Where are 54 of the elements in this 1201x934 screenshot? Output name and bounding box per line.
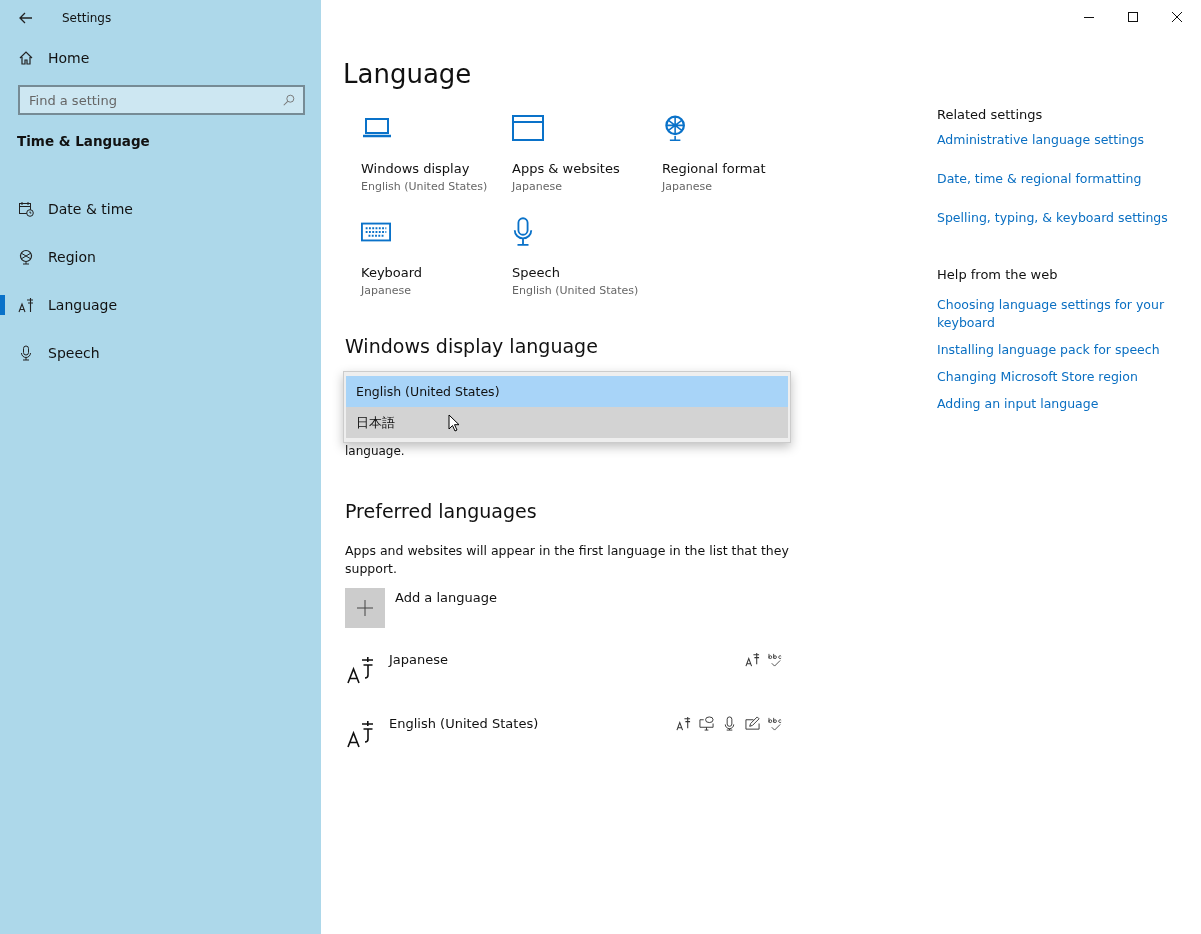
settings-tile[interactable]: Windows display English (United States) (361, 113, 512, 193)
section-heading: Preferred languages (345, 500, 538, 522)
sidebar-item[interactable]: Region (0, 233, 321, 281)
language-list-item[interactable]: English (United States) (347, 716, 783, 756)
related-link[interactable]: Spelling, typing, & keyboard settings (937, 209, 1199, 227)
settings-tile[interactable]: Apps & websites Japanese (512, 113, 662, 193)
microphone-icon (722, 716, 737, 731)
microphone-icon (18, 345, 34, 361)
mouse-cursor-icon (448, 414, 460, 432)
settings-tile[interactable]: Regional format Japanese (662, 113, 812, 193)
language-list-item[interactable]: Japanese (347, 652, 783, 692)
language-icon (347, 656, 375, 684)
description-text: Apps and websites will appear in the first language in the list that they support. (345, 542, 790, 578)
spell-check-icon (768, 652, 783, 667)
window-title: Settings (62, 11, 112, 25)
pen-tablet-icon (745, 716, 760, 731)
settings-tile[interactable]: Keyboard Japanese (361, 217, 512, 297)
language-pack-icon (676, 716, 691, 731)
help-link[interactable]: Changing Microsoft Store region (937, 368, 1199, 386)
maximize-icon[interactable] (1127, 11, 1139, 23)
help-link[interactable]: Choosing language settings for your keyboard (937, 296, 1199, 332)
monitor-speech-icon (699, 716, 714, 731)
language-icon (347, 720, 375, 748)
help-heading: Help from the web (937, 267, 1059, 282)
related-settings-heading: Related settings (937, 107, 1044, 122)
related-link[interactable]: Date, time & regional formatting (937, 170, 1199, 188)
dropdown-option[interactable]: English (United States) (346, 376, 788, 407)
window-icon (512, 113, 544, 143)
sidebar-item[interactable]: Speech (0, 329, 321, 377)
close-icon[interactable] (1171, 11, 1183, 23)
search-icon (282, 93, 296, 107)
language-icon (18, 297, 34, 313)
home-icon (18, 50, 34, 66)
calendar-clock-icon (18, 201, 34, 217)
microphone-icon (512, 217, 534, 247)
page-title: Language (343, 59, 473, 89)
globe-icon (18, 249, 34, 265)
description-text: language. (344, 444, 406, 458)
sidebar-item[interactable]: Language (0, 281, 321, 329)
section-heading: Windows display language (345, 335, 599, 357)
spell-check-icon (768, 716, 783, 731)
help-link[interactable]: Installing language pack for speech (937, 341, 1199, 359)
language-pack-icon (745, 652, 760, 667)
home-nav-item[interactable]: Home (0, 38, 321, 78)
help-link[interactable]: Adding an input language (937, 395, 1199, 413)
add-language-label[interactable]: Add a language (395, 590, 497, 605)
plus-icon (357, 600, 373, 616)
related-link[interactable]: Administrative language settings (937, 131, 1199, 149)
back-arrow-icon[interactable] (18, 10, 34, 26)
section-heading: Time & Language (16, 132, 151, 151)
settings-tile[interactable]: Speech English (United States) (512, 217, 662, 297)
sidebar-item[interactable]: Date & time (0, 185, 321, 233)
search-field[interactable]: Find a setting (18, 85, 305, 115)
dropdown-option[interactable]: 日本語 (346, 407, 788, 438)
